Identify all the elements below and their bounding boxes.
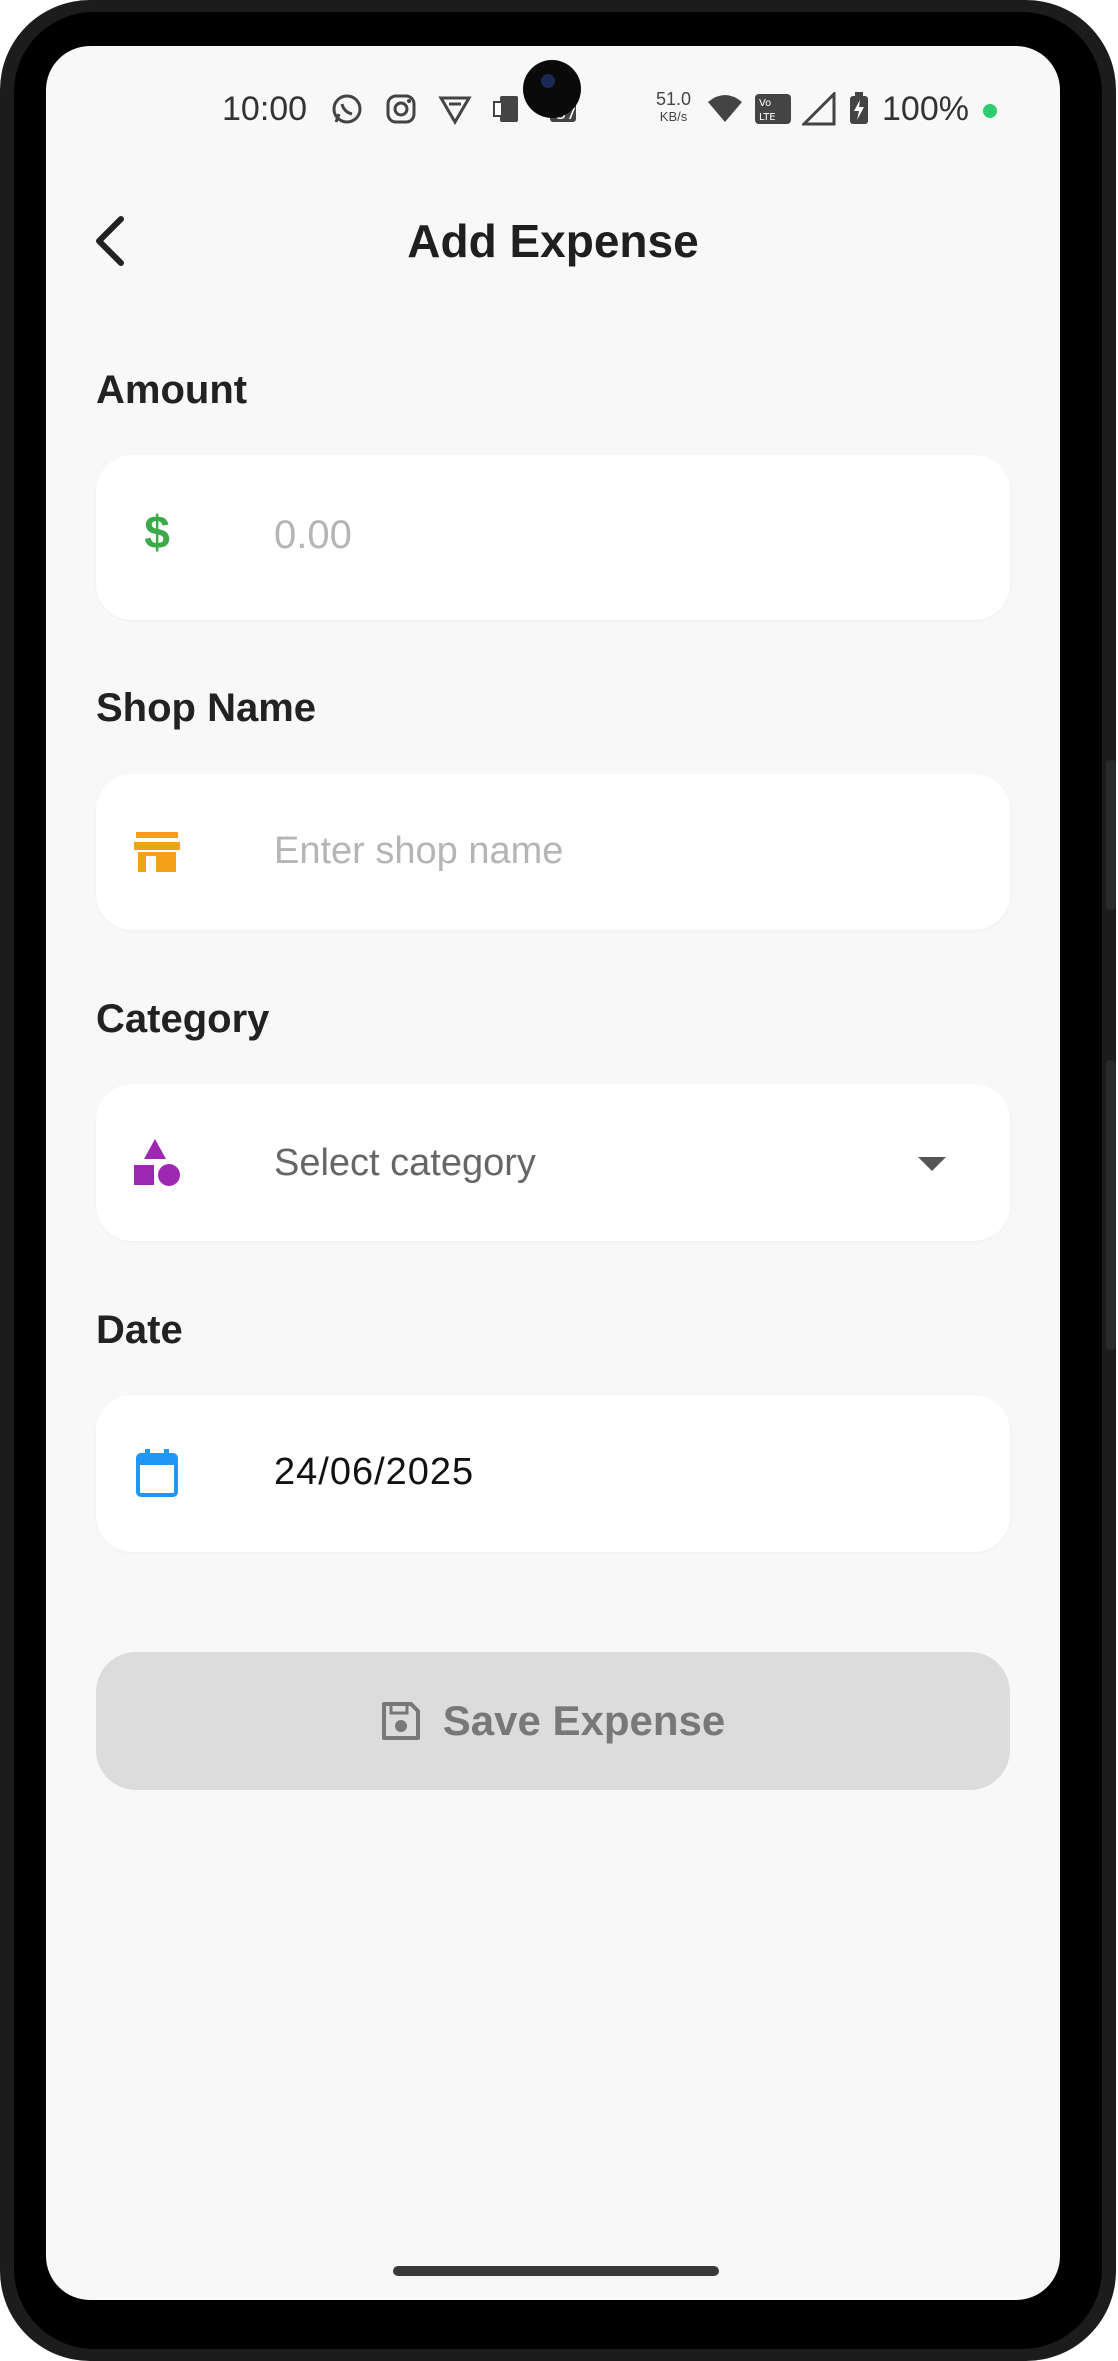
status-time: 10:00 (222, 90, 308, 128)
privacy-indicator-dot (983, 104, 997, 118)
battery-percent: 100% (882, 90, 969, 128)
category-dropdown[interactable]: Select category (96, 1084, 1010, 1241)
save-expense-button[interactable]: Save Expense (96, 1652, 1010, 1790)
network-speed: 51.0 KB/s (656, 90, 691, 126)
network-speed-unit: KB/s (659, 109, 688, 124)
signal-icon (800, 90, 836, 126)
phone-frame: 10:00 37 51.0 KB/s (0, 0, 1116, 2361)
power-button (1106, 1060, 1116, 1350)
chevron-down-icon (918, 1157, 946, 1171)
shapes-icon (132, 1137, 182, 1187)
page-title: Add Expense (407, 215, 699, 267)
status-bar: 10:00 37 51.0 KB/s (46, 46, 1060, 176)
screen: 10:00 37 51.0 KB/s (46, 46, 1060, 2300)
svg-text:LTE: LTE (759, 112, 776, 123)
network-speed-value: 51.0 (656, 89, 692, 109)
volume-button (1106, 760, 1116, 910)
dollar-icon: $ (144, 506, 170, 558)
shop-name-field[interactable]: Enter shop name (96, 774, 1010, 930)
calendar-icon (132, 1448, 182, 1498)
date-field[interactable]: 24/06/2025 (96, 1395, 1010, 1552)
volte-icon: Vo LTE (754, 92, 792, 126)
amount-field[interactable]: $ 0.00 (96, 455, 1010, 620)
save-expense-label: Save Expense (442, 1697, 726, 1744)
front-camera (523, 60, 581, 118)
vpn-icon (438, 92, 472, 126)
amount-label: Amount (96, 368, 248, 412)
category-selected-text: Select category (274, 1142, 536, 1184)
svg-text:Vo: Vo (759, 98, 771, 109)
date-label: Date (96, 1308, 183, 1352)
whatsapp-icon (330, 92, 364, 126)
storefront-icon (132, 827, 182, 877)
instagram-icon (384, 92, 418, 126)
home-indicator[interactable] (393, 2266, 719, 2276)
wifi-icon (706, 92, 742, 126)
date-value: 24/06/2025 (274, 1451, 475, 1493)
shop-name-input[interactable]: Enter shop name (274, 830, 563, 873)
category-label: Category (96, 997, 270, 1041)
cast-icon (492, 92, 526, 126)
battery-charging-icon (848, 92, 872, 126)
amount-input[interactable]: 0.00 (274, 513, 352, 558)
floppy-disk-icon (381, 1702, 420, 1740)
shop-name-label: Shop Name (96, 686, 317, 730)
